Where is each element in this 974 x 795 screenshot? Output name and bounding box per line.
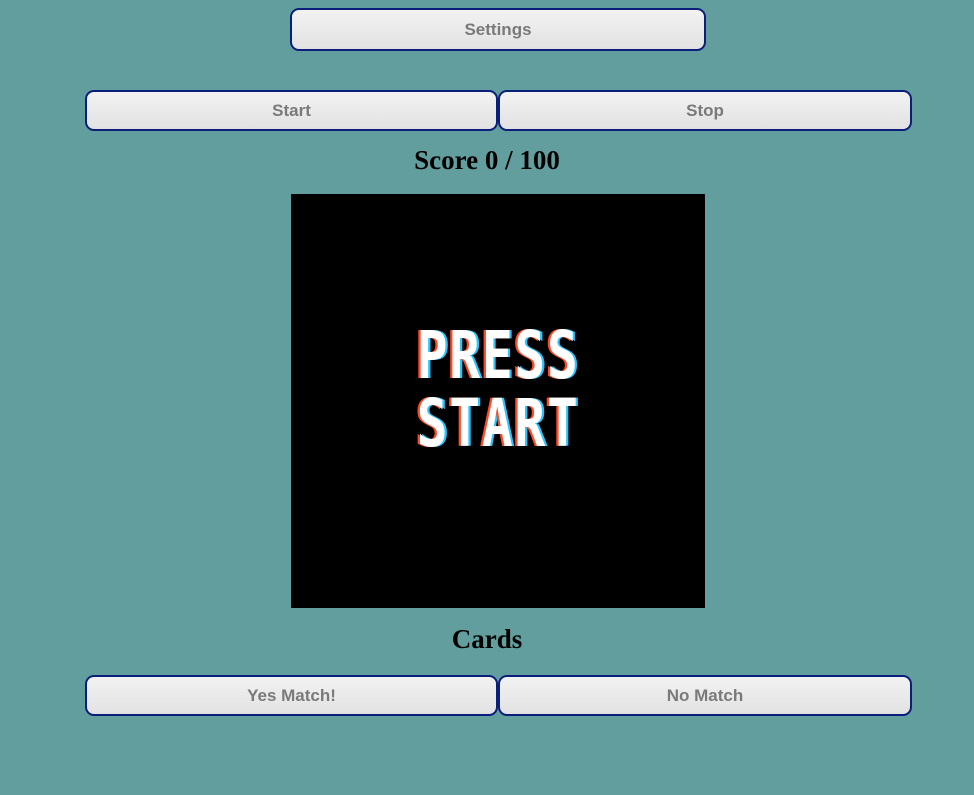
- settings-button[interactable]: Settings: [290, 8, 706, 51]
- start-button[interactable]: Start: [85, 90, 498, 131]
- press-start-line2: START: [416, 385, 580, 462]
- score-display: Score 0 / 100: [414, 145, 560, 175]
- game-canvas[interactable]: PRESS START: [291, 194, 705, 608]
- stop-button[interactable]: Stop: [498, 90, 912, 131]
- no-match-button[interactable]: No Match: [498, 675, 912, 716]
- yes-match-button[interactable]: Yes Match!: [85, 675, 498, 716]
- press-start-line1: PRESS: [416, 317, 580, 394]
- press-start-message: PRESS START: [337, 322, 660, 458]
- cards-heading: Cards: [451, 624, 523, 654]
